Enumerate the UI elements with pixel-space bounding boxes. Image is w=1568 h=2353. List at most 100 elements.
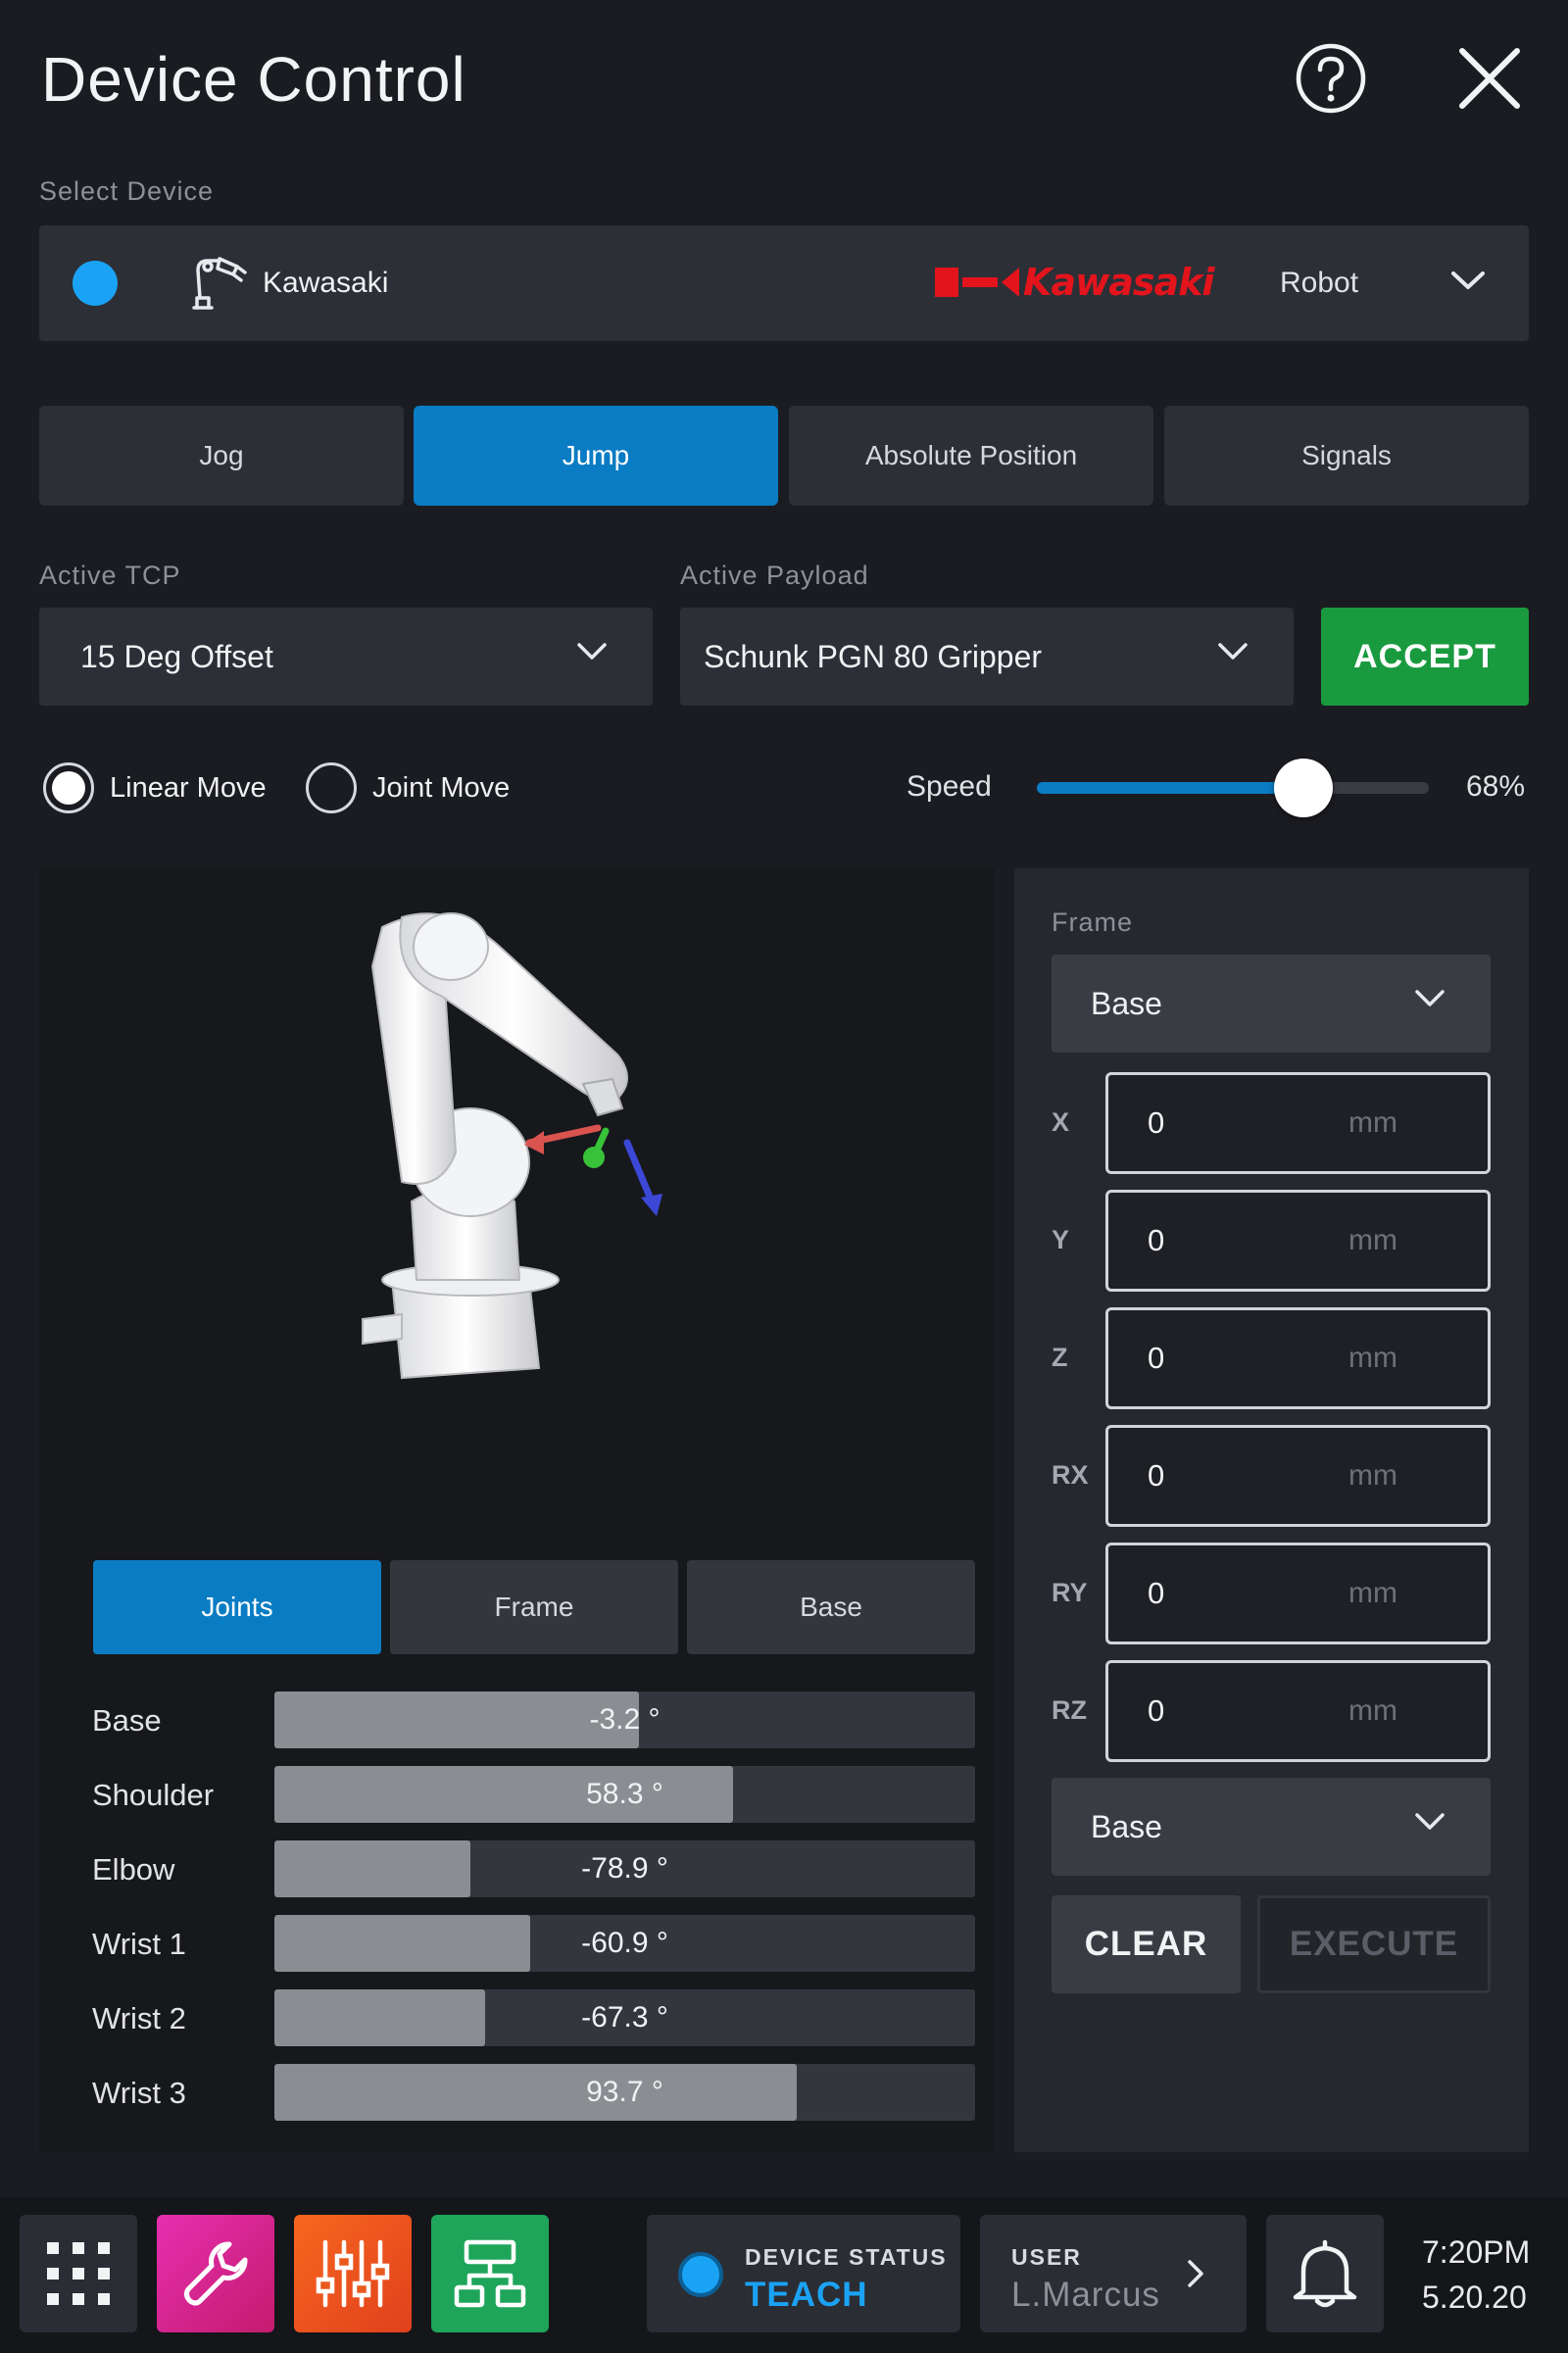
axis-input-unit: mm xyxy=(1348,1694,1397,1727)
kawasaki-logo: Kawasaki xyxy=(935,261,1214,304)
user-card[interactable]: USER L.Marcus xyxy=(980,2215,1247,2332)
reference-select[interactable]: Base xyxy=(1052,1778,1491,1876)
active-tcp-label: Active TCP xyxy=(39,561,181,590)
axis-label-x: X xyxy=(1052,1107,1070,1137)
page-title: Device Control xyxy=(41,44,466,115)
tab-jump[interactable]: Jump xyxy=(414,406,778,506)
chevron-down-icon xyxy=(1415,990,1445,1006)
axis-input-z[interactable]: 0 mm xyxy=(1105,1307,1491,1409)
axis-label-rx: RX xyxy=(1052,1460,1089,1490)
subtab-frame[interactable]: Frame xyxy=(390,1560,678,1654)
payload-select[interactable]: Schunk PGN 80 Gripper xyxy=(680,608,1294,706)
frame-label: Frame xyxy=(1052,907,1134,937)
joint-move-radio[interactable]: Joint Move xyxy=(306,762,510,813)
tab-absolute-position[interactable]: Absolute Position xyxy=(789,406,1153,506)
active-payload-label: Active Payload xyxy=(680,561,869,590)
chevron-down-icon xyxy=(577,643,607,660)
radio-unselected-indicator xyxy=(306,762,357,813)
axis-input-value: 0 xyxy=(1148,1693,1165,1728)
axis-input-x[interactable]: 0 mm xyxy=(1105,1072,1491,1174)
axis-input-unit: mm xyxy=(1348,1459,1397,1492)
joint-value-bar[interactable]: -67.3 ° xyxy=(274,1989,975,2046)
axis-input-value: 0 xyxy=(1148,1105,1165,1140)
device-status-indicator xyxy=(678,2252,723,2297)
joint-value-text: -60.9 ° xyxy=(581,1927,668,1959)
joint-value-bar[interactable]: -60.9 ° xyxy=(274,1915,975,1972)
select-device-label: Select Device xyxy=(39,176,215,206)
bell-icon xyxy=(1293,2239,1357,2308)
joint-value-bar[interactable]: 58.3 ° xyxy=(274,1766,975,1823)
axis-input-value: 0 xyxy=(1148,1341,1165,1375)
network-app-button[interactable] xyxy=(431,2215,549,2332)
joint-value-text: -78.9 ° xyxy=(581,1852,668,1885)
axis-input-ry[interactable]: 0 mm xyxy=(1105,1543,1491,1644)
axis-label-z: Z xyxy=(1052,1343,1068,1372)
robot-arm-icon xyxy=(192,257,247,310)
joint-label: Wrist 2 xyxy=(92,2001,186,2035)
help-icon xyxy=(1296,43,1366,114)
axis-input-rx[interactable]: 0 mm xyxy=(1105,1425,1491,1527)
close-button[interactable] xyxy=(1450,39,1529,118)
speed-slider-fill xyxy=(1037,782,1303,794)
axis-label-y: Y xyxy=(1052,1225,1070,1254)
sliders-icon xyxy=(316,2239,390,2308)
speed-label: Speed xyxy=(906,770,992,803)
wrench-icon xyxy=(183,2241,248,2306)
frame-select[interactable]: Base xyxy=(1052,955,1491,1053)
joint-value-bar[interactable]: -78.9 ° xyxy=(274,1840,975,1897)
axis-input-unit: mm xyxy=(1348,1106,1397,1139)
joint-value-bar[interactable]: 93.7 ° xyxy=(274,2064,975,2121)
speed-slider-thumb[interactable] xyxy=(1274,759,1333,817)
joint-label: Elbow xyxy=(92,1852,175,1887)
axis-input-unit: mm xyxy=(1348,1342,1397,1374)
axis-input-unit: mm xyxy=(1348,1224,1397,1256)
accept-button[interactable]: ACCEPT xyxy=(1321,608,1529,706)
clock-time: 7:20PM xyxy=(1422,2234,1531,2270)
tcp-value: 15 Deg Offset xyxy=(80,638,273,674)
help-button[interactable] xyxy=(1292,39,1370,118)
user-name: L.Marcus xyxy=(1011,2276,1160,2314)
notifications-button[interactable] xyxy=(1266,2215,1384,2332)
device-status-value: TEACH xyxy=(745,2276,868,2314)
axis-input-value: 0 xyxy=(1148,1576,1165,1610)
axis-label-ry: RY xyxy=(1052,1578,1088,1607)
joint-value-text: 58.3 ° xyxy=(586,1778,663,1810)
tools-app-button[interactable] xyxy=(157,2215,274,2332)
device-type: Robot xyxy=(1280,267,1359,299)
axis-input-y[interactable]: 0 mm xyxy=(1105,1190,1491,1292)
speed-slider[interactable] xyxy=(1037,759,1429,817)
chevron-down-icon xyxy=(1451,271,1485,289)
tab-signals[interactable]: Signals xyxy=(1164,406,1529,506)
execute-button[interactable]: EXECUTE xyxy=(1257,1895,1491,1993)
apps-grid-button[interactable] xyxy=(20,2215,137,2332)
device-select[interactable]: Kawasaki Kawasaki Robot xyxy=(39,225,1529,341)
clear-button[interactable]: CLEAR xyxy=(1052,1895,1241,1993)
tab-jog[interactable]: Jog xyxy=(39,406,404,506)
robot-3d-model[interactable] xyxy=(333,907,725,1397)
axis-input-unit: mm xyxy=(1348,1577,1397,1609)
device-status-card[interactable]: DEVICE STATUS TEACH xyxy=(647,2215,960,2332)
subtab-base[interactable]: Base xyxy=(687,1560,975,1654)
joint-value-bar[interactable]: -3.2 ° xyxy=(274,1691,975,1748)
linear-move-label: Linear Move xyxy=(110,771,267,804)
joint-label: Base xyxy=(92,1703,162,1738)
close-icon xyxy=(1459,48,1520,109)
subtab-joints[interactable]: Joints xyxy=(93,1560,381,1654)
tcp-select[interactable]: 15 Deg Offset xyxy=(39,608,653,706)
chevron-down-icon xyxy=(1415,1813,1445,1830)
speed-value: 68% xyxy=(1466,770,1526,803)
axis-input-value: 0 xyxy=(1148,1223,1165,1257)
user-label: USER xyxy=(1011,2244,1082,2270)
joint-label: Wrist 3 xyxy=(92,2076,186,2110)
device-name: Kawasaki xyxy=(263,267,389,299)
grid-icon xyxy=(47,2242,110,2305)
payload-value: Schunk PGN 80 Gripper xyxy=(704,638,1043,674)
settings-app-button[interactable] xyxy=(294,2215,412,2332)
axis-input-rz[interactable]: 0 mm xyxy=(1105,1660,1491,1762)
joint-label: Shoulder xyxy=(92,1778,215,1812)
network-icon xyxy=(454,2239,526,2308)
axis-input-value: 0 xyxy=(1148,1458,1165,1493)
linear-move-radio[interactable]: Linear Move xyxy=(43,762,267,813)
chevron-down-icon xyxy=(1218,643,1248,660)
chevron-right-icon xyxy=(1188,2260,1203,2287)
